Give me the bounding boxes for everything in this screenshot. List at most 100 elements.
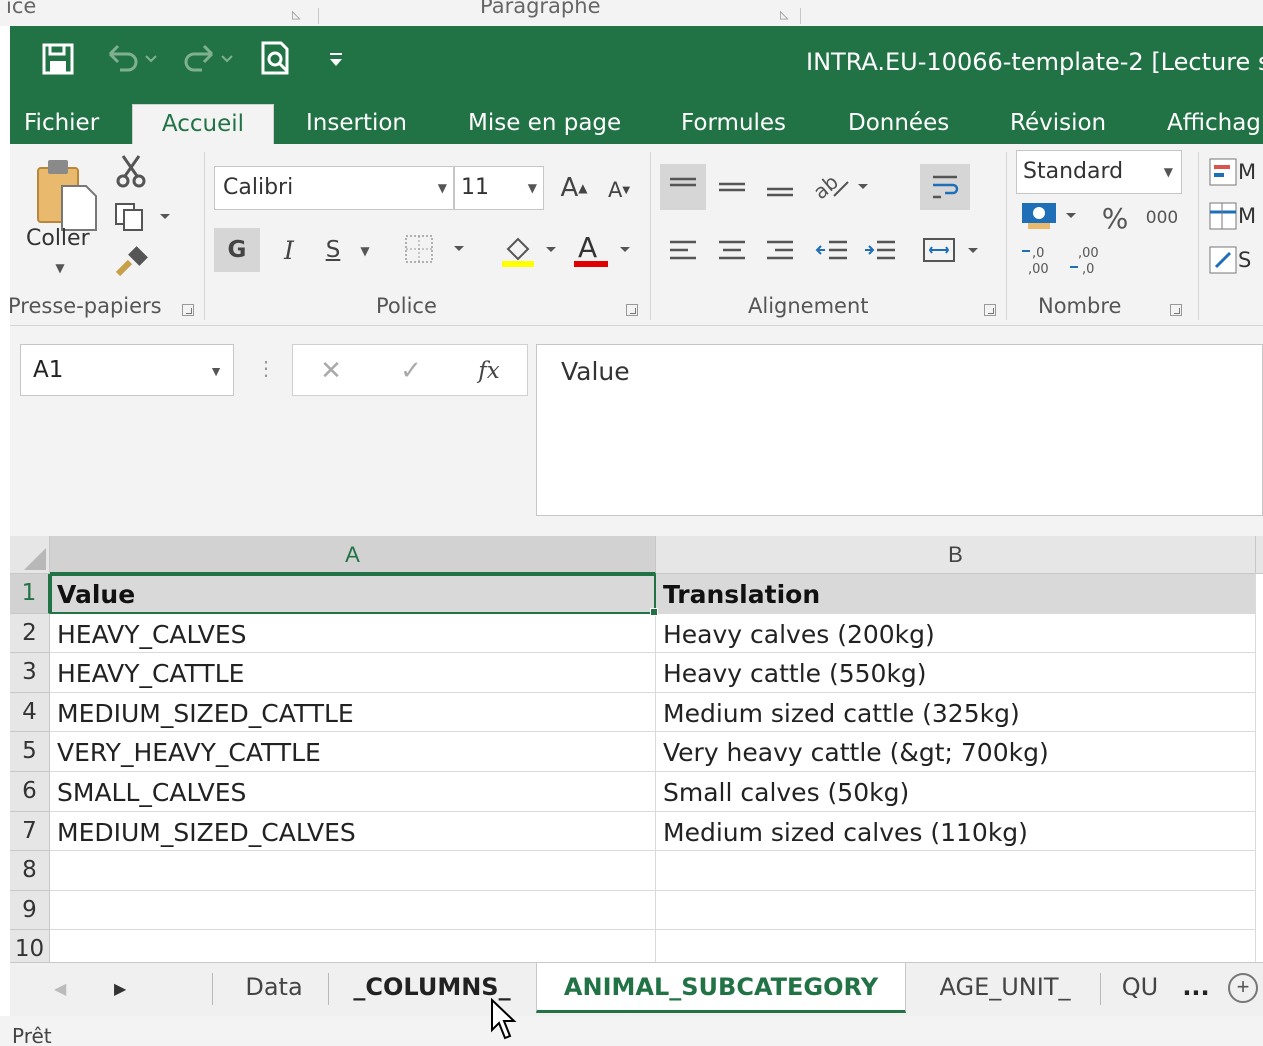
paste-icon[interactable] bbox=[32, 154, 102, 234]
font-name-dropdown-icon[interactable]: ▼ bbox=[438, 181, 447, 195]
orientation-icon[interactable]: ab bbox=[810, 164, 876, 210]
merge-center-icon[interactable] bbox=[920, 228, 990, 272]
tab-revision[interactable]: Révision bbox=[1010, 104, 1106, 144]
font-launcher-icon[interactable] bbox=[626, 304, 638, 316]
scroll-tabs-left-icon[interactable]: ◀ bbox=[54, 979, 66, 999]
accounting-format-icon[interactable] bbox=[1018, 196, 1088, 236]
conditional-formatting-icon[interactable]: M bbox=[1208, 152, 1263, 192]
align-right-icon[interactable] bbox=[760, 228, 800, 272]
cell-b[interactable]: Medium sized cattle (325kg) bbox=[656, 692, 1256, 733]
wrap-text-icon[interactable] bbox=[920, 164, 970, 210]
tab-accueil[interactable]: Accueil bbox=[132, 104, 274, 144]
cell-a[interactable] bbox=[50, 930, 656, 962]
fill-color-icon[interactable] bbox=[498, 228, 568, 272]
tab-donnees[interactable]: Données bbox=[848, 104, 949, 144]
thousands-separator-button[interactable]: 000 bbox=[1140, 200, 1184, 236]
redo-icon[interactable] bbox=[180, 40, 236, 78]
cell-b[interactable]: Medium sized calves (110kg) bbox=[656, 811, 1256, 852]
cell-a[interactable]: HEAVY_CATTLE bbox=[50, 653, 656, 693]
cell-b[interactable] bbox=[656, 890, 1256, 931]
align-center-icon[interactable] bbox=[712, 228, 752, 272]
cell-a[interactable] bbox=[50, 851, 656, 891]
cell-a[interactable] bbox=[50, 890, 656, 931]
name-box-dropdown-icon[interactable]: ▼ bbox=[209, 363, 223, 379]
align-bottom-icon[interactable] bbox=[760, 164, 800, 210]
column-header-c-partial[interactable] bbox=[1256, 536, 1263, 574]
cell-b[interactable]: Heavy cattle (550kg) bbox=[656, 653, 1256, 693]
row-header[interactable]: 4 bbox=[10, 692, 50, 733]
cell-a[interactable]: HEAVY_CALVES bbox=[50, 613, 656, 654]
insert-function-icon[interactable]: fx bbox=[469, 351, 509, 391]
row-header[interactable]: 3 bbox=[10, 653, 50, 693]
underline-button[interactable]: S bbox=[316, 228, 350, 272]
cell-a[interactable]: MEDIUM_SIZED_CATTLE bbox=[50, 692, 656, 733]
sheet-tab-age-unit[interactable]: AGE_UNIT_ bbox=[910, 963, 1100, 1013]
column-header-a[interactable]: A bbox=[50, 536, 656, 574]
row-header[interactable]: 6 bbox=[10, 772, 50, 812]
underline-dropdown-icon[interactable]: ▼ bbox=[358, 244, 372, 258]
font-color-icon[interactable]: A bbox=[572, 228, 640, 272]
italic-button[interactable]: I bbox=[270, 228, 308, 272]
tab-formules[interactable]: Formules bbox=[681, 104, 786, 144]
decrease-indent-icon[interactable] bbox=[810, 228, 854, 272]
print-preview-icon[interactable] bbox=[256, 40, 296, 78]
sheet-tab-qu[interactable]: QU bbox=[1110, 963, 1170, 1013]
font-size-box[interactable]: 11 ▼ bbox=[454, 166, 544, 210]
grow-font-icon[interactable]: A ▲ bbox=[556, 168, 592, 208]
add-sheet-button[interactable]: + bbox=[1228, 973, 1258, 1003]
cell-b[interactable]: Very heavy cattle (&gt; 700kg) bbox=[656, 732, 1256, 772]
tab-mise-en-page[interactable]: Mise en page bbox=[468, 104, 621, 144]
row-header[interactable]: 10 bbox=[10, 930, 50, 962]
cut-icon[interactable] bbox=[112, 152, 150, 190]
cell-b[interactable]: Heavy calves (200kg) bbox=[656, 613, 1256, 654]
cell-b[interactable]: Translation bbox=[656, 574, 1256, 614]
row-header[interactable]: 5 bbox=[10, 732, 50, 772]
number-format-box[interactable]: Standard ▼ bbox=[1016, 150, 1182, 194]
select-all-corner[interactable] bbox=[10, 536, 50, 574]
sheet-overflow-icon[interactable]: ... bbox=[1176, 963, 1216, 1013]
copy-icon[interactable] bbox=[112, 198, 172, 234]
align-middle-icon[interactable] bbox=[712, 164, 752, 210]
cell-a[interactable]: VERY_HEAVY_CATTLE bbox=[50, 732, 656, 772]
number-format-dropdown-icon[interactable]: ▼ bbox=[1164, 165, 1173, 179]
undo-icon[interactable] bbox=[104, 40, 160, 78]
row-header[interactable]: 2 bbox=[10, 613, 50, 654]
format-as-table-icon[interactable]: M bbox=[1208, 196, 1263, 236]
font-name-box[interactable]: Calibri ▼ bbox=[214, 166, 454, 210]
scroll-tabs-right-icon[interactable]: ▶ bbox=[114, 979, 126, 999]
customize-icon[interactable] bbox=[322, 40, 350, 78]
tab-fichier[interactable]: Fichier bbox=[24, 104, 99, 144]
cell-a[interactable]: SMALL_CALVES bbox=[50, 772, 656, 812]
sheet-tab-animal-subcategory[interactable]: ANIMAL_SUBCATEGORY bbox=[536, 963, 906, 1013]
fill-handle[interactable] bbox=[650, 608, 658, 616]
cell-styles-icon[interactable]: S bbox=[1208, 240, 1263, 280]
sheet-tab-data[interactable]: Data bbox=[220, 963, 328, 1013]
save-icon[interactable] bbox=[36, 40, 80, 78]
tab-affichage[interactable]: Affichag bbox=[1167, 104, 1261, 144]
decrease-decimal-icon[interactable]: ,00,0 bbox=[1066, 240, 1110, 280]
cell-b[interactable]: Small calves (50kg) bbox=[656, 772, 1256, 812]
clipboard-launcher-icon[interactable] bbox=[182, 304, 194, 316]
formula-bar-grip-icon[interactable]: ⋮ bbox=[256, 356, 276, 381]
borders-icon[interactable] bbox=[400, 228, 476, 272]
increase-indent-icon[interactable] bbox=[858, 228, 902, 272]
align-top-icon[interactable] bbox=[660, 164, 706, 210]
format-painter-icon[interactable] bbox=[112, 244, 152, 280]
row-header[interactable]: 7 bbox=[10, 811, 50, 852]
number-launcher-icon[interactable] bbox=[1170, 304, 1182, 316]
tab-insertion[interactable]: Insertion bbox=[306, 104, 407, 144]
name-box[interactable]: A1 ▼ bbox=[20, 344, 234, 396]
paste-dropdown-icon[interactable]: ▼ bbox=[54, 261, 66, 275]
alignment-launcher-icon[interactable] bbox=[984, 304, 996, 316]
cell-a[interactable]: Value bbox=[50, 574, 656, 614]
align-left-icon[interactable] bbox=[660, 228, 706, 272]
bold-button[interactable]: G bbox=[214, 228, 260, 272]
percent-button[interactable]: % bbox=[1096, 198, 1134, 238]
formula-input[interactable]: Value bbox=[536, 344, 1263, 516]
row-header[interactable]: 8 bbox=[10, 851, 50, 891]
cancel-icon[interactable]: ✕ bbox=[311, 351, 351, 391]
row-header[interactable]: 9 bbox=[10, 890, 50, 931]
cell-b[interactable] bbox=[656, 851, 1256, 891]
font-size-dropdown-icon[interactable]: ▼ bbox=[528, 181, 537, 195]
row-header[interactable]: 1 bbox=[10, 574, 50, 614]
